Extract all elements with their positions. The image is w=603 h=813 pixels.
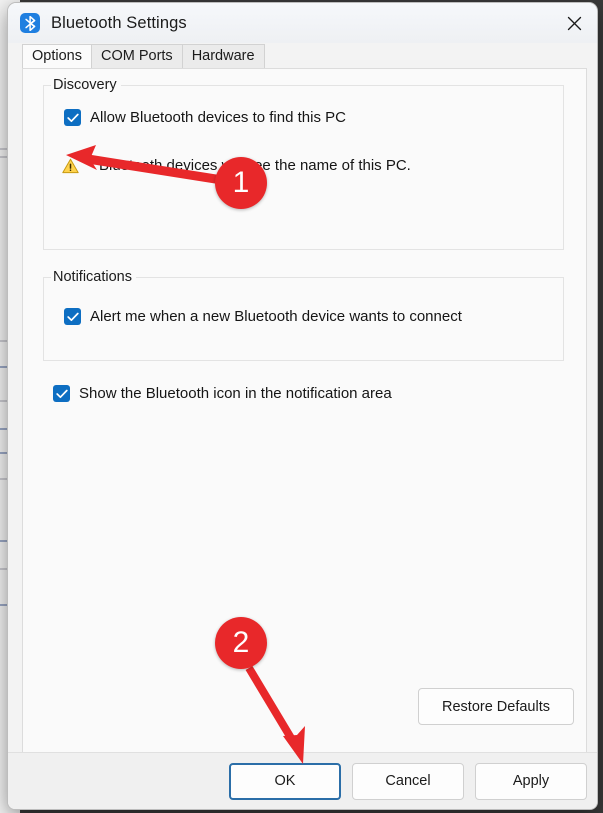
notifications-group: Notifications Alert me when a new Blueto… [43, 268, 564, 361]
warning-triangle-icon [62, 158, 79, 174]
tab-hardware[interactable]: Hardware [181, 44, 265, 68]
dialog-button-bar: OK Cancel Apply [8, 752, 597, 809]
discovery-group: Discovery Allow Bluetooth devices to fin… [43, 76, 564, 250]
alert-new-device-label: Alert me when a new Bluetooth device wan… [90, 308, 462, 325]
show-bluetooth-icon-row[interactable]: Show the Bluetooth icon in the notificat… [53, 384, 574, 403]
alert-new-device-checkbox[interactable] [64, 308, 81, 325]
allow-bluetooth-devices-checkbox[interactable] [64, 109, 81, 126]
show-bluetooth-icon-checkbox[interactable] [53, 385, 70, 402]
restore-defaults-container: Restore Defaults [418, 688, 574, 725]
title-bar: Bluetooth Settings [8, 3, 597, 43]
allow-bluetooth-devices-label: Allow Bluetooth devices to find this PC [90, 109, 346, 126]
allow-bluetooth-devices-row[interactable]: Allow Bluetooth devices to find this PC [64, 108, 563, 127]
cancel-button[interactable]: Cancel [352, 762, 464, 800]
bluetooth-icon [20, 13, 40, 33]
close-icon[interactable] [551, 3, 597, 43]
tab-bar: Options COM Ports Hardware [8, 43, 597, 68]
discovery-group-title: Discovery [51, 76, 121, 94]
discovery-warning-text: Bluetooth devices will see the name of t… [99, 157, 411, 174]
apply-button[interactable]: Apply [475, 762, 587, 800]
options-tab-panel: Discovery Allow Bluetooth devices to fin… [22, 68, 587, 752]
discovery-warning-row: Bluetooth devices will see the name of t… [62, 156, 563, 175]
tab-com-ports[interactable]: COM Ports [90, 44, 183, 68]
notifications-group-title: Notifications [51, 268, 136, 286]
tab-options[interactable]: Options [22, 44, 92, 68]
restore-defaults-button[interactable]: Restore Defaults [418, 688, 574, 725]
ok-button[interactable]: OK [229, 762, 341, 800]
window-title: Bluetooth Settings [51, 13, 187, 32]
show-bluetooth-icon-label: Show the Bluetooth icon in the notificat… [79, 385, 392, 402]
bluetooth-settings-dialog: Bluetooth Settings Options COM Ports Har… [8, 3, 597, 809]
alert-new-device-row[interactable]: Alert me when a new Bluetooth device wan… [64, 307, 563, 326]
